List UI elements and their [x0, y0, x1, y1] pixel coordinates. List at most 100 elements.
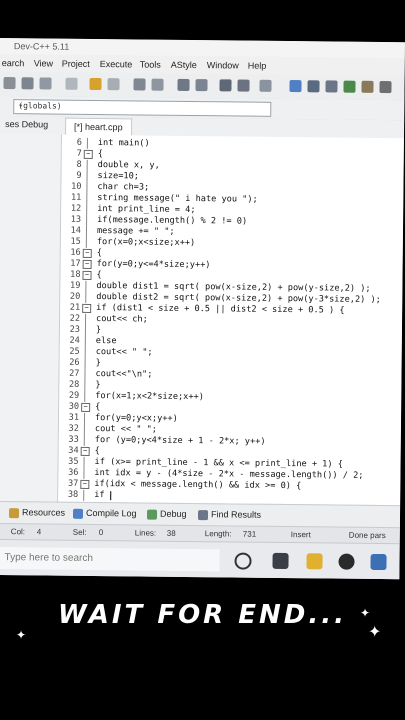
search-placeholder: Type here to search: [4, 552, 94, 565]
menu-execute[interactable]: Execute: [100, 59, 133, 69]
line-number: 33: [68, 434, 79, 445]
code-text: char ch=3;: [97, 182, 150, 193]
fold-guide: [84, 357, 86, 369]
fold-guide: [86, 170, 88, 182]
task-view-icon[interactable]: [272, 552, 289, 570]
line-number: 34: [68, 445, 79, 456]
line-number: 22: [69, 313, 81, 324]
bookmark-icon[interactable]: [259, 79, 272, 92]
code-text: {: [96, 270, 102, 281]
menu-project[interactable]: Project: [62, 59, 90, 69]
tab-resources[interactable]: Resources: [8, 507, 65, 518]
window-title: Dev-C++ 5.11: [13, 41, 70, 52]
grid-view-icon[interactable]: [289, 80, 302, 93]
fold-toggle-icon[interactable]: −: [82, 259, 92, 269]
code-text: double x, y,: [97, 160, 160, 171]
fold-guide: [86, 214, 88, 226]
debug-icon[interactable]: [361, 80, 374, 93]
fold-toggle-icon[interactable]: −: [80, 446, 90, 456]
fold-guide: [85, 225, 88, 237]
code-text: else: [95, 336, 117, 347]
fold-guide: [84, 335, 86, 347]
menu-help[interactable]: Help: [248, 61, 267, 71]
indent-icon[interactable]: [219, 79, 232, 92]
sparkle-icon: ✦: [16, 628, 27, 642]
code-text: size=10;: [97, 171, 140, 182]
fold-toggle-icon[interactable]: −: [80, 479, 90, 489]
code-text: }: [95, 325, 102, 336]
unindent-icon[interactable]: [237, 79, 250, 92]
dell-icon[interactable]: [338, 553, 355, 570]
fold-guide: [83, 467, 85, 479]
file-icon[interactable]: [3, 77, 16, 90]
print-icon[interactable]: [65, 77, 78, 90]
fold-guide: [83, 456, 85, 468]
status-sel: 0: [98, 528, 104, 538]
line-number: 12: [70, 203, 82, 214]
fold-guide: [85, 291, 87, 303]
taskbar-search[interactable]: Type here to search: [0, 546, 220, 572]
fold-toggle-icon[interactable]: −: [82, 248, 92, 258]
compile-icon[interactable]: [177, 78, 190, 91]
status-col-label: Col:: [10, 527, 26, 537]
line-number: 23: [69, 324, 81, 335]
undo-icon[interactable]: [89, 77, 102, 91]
line-number: 36: [68, 467, 79, 478]
code-text: {: [94, 446, 100, 457]
tab-debug[interactable]: Debug: [146, 509, 187, 520]
fold-guide: [83, 412, 86, 424]
stop-icon[interactable]: [379, 80, 392, 94]
menu-astyle[interactable]: AStyle: [171, 60, 197, 70]
code-editor[interactable]: 6 int main() 7−{8 double x, y, 9 size=10; 10 ch…: [58, 134, 404, 506]
window-icon[interactable]: [39, 77, 52, 90]
check-icon[interactable]: [343, 80, 356, 93]
tab-heart-cpp[interactable]: [*] heart.cpp: [64, 117, 132, 136]
code-text: for (y=0;y<4*size + 1 - 2*x; y++): [94, 435, 266, 447]
redo-icon[interactable]: [107, 78, 120, 91]
fold-guide: [86, 137, 88, 149]
layout-icon[interactable]: [307, 80, 320, 93]
fold-guide: [86, 192, 88, 204]
line-number: 38: [67, 489, 79, 500]
text-cursor: [110, 491, 112, 501]
menu-view[interactable]: View: [34, 58, 53, 68]
chevron-down-icon: ▾: [18, 101, 24, 111]
menu-search[interactable]: earch: [2, 58, 25, 68]
app-icon[interactable]: [370, 553, 387, 571]
taskbar: Type here to search: [0, 538, 400, 580]
replace-icon[interactable]: [151, 78, 164, 91]
line-number: 6: [76, 137, 82, 148]
code-text: }: [95, 380, 101, 391]
line-number: 35: [68, 456, 79, 467]
status-col: 4: [36, 527, 42, 537]
fold-toggle-icon[interactable]: −: [81, 402, 91, 412]
line-number: 37: [67, 478, 79, 489]
code-text: cout<< ch;: [96, 314, 148, 325]
tab-compile-log[interactable]: Compile Log: [72, 508, 137, 519]
code-text: message += " ";: [96, 226, 175, 237]
fold-guide: [84, 379, 86, 391]
code-text: {: [95, 402, 101, 413]
fold-toggle-icon[interactable]: −: [82, 303, 92, 313]
folder-icon[interactable]: [306, 553, 323, 570]
run-icon[interactable]: [195, 79, 208, 92]
panel-icon[interactable]: [325, 80, 338, 93]
scope-dropdown[interactable]: (globals) ▾: [13, 99, 272, 117]
grid-icon[interactable]: [21, 77, 34, 90]
code-text: cout << " ";: [94, 424, 158, 435]
fold-toggle-icon[interactable]: −: [83, 149, 93, 159]
resources-icon: [8, 507, 20, 518]
line-number: 19: [69, 280, 81, 291]
menu-tools[interactable]: Tools: [140, 59, 161, 69]
fold-guide: [83, 489, 85, 501]
code-text: cout<<"\n";: [95, 369, 153, 380]
line-number: 7: [76, 148, 82, 159]
tab-left-panel[interactable]: ses Debug: [5, 119, 48, 129]
line-number: 27: [69, 368, 80, 379]
menu-window[interactable]: Window: [207, 60, 239, 70]
search-icon[interactable]: [133, 78, 146, 91]
tab-find-results[interactable]: Find Results: [197, 509, 261, 520]
fold-toggle-icon[interactable]: −: [82, 270, 92, 280]
cortana-icon[interactable]: [234, 552, 252, 570]
fold-guide: [84, 346, 86, 358]
